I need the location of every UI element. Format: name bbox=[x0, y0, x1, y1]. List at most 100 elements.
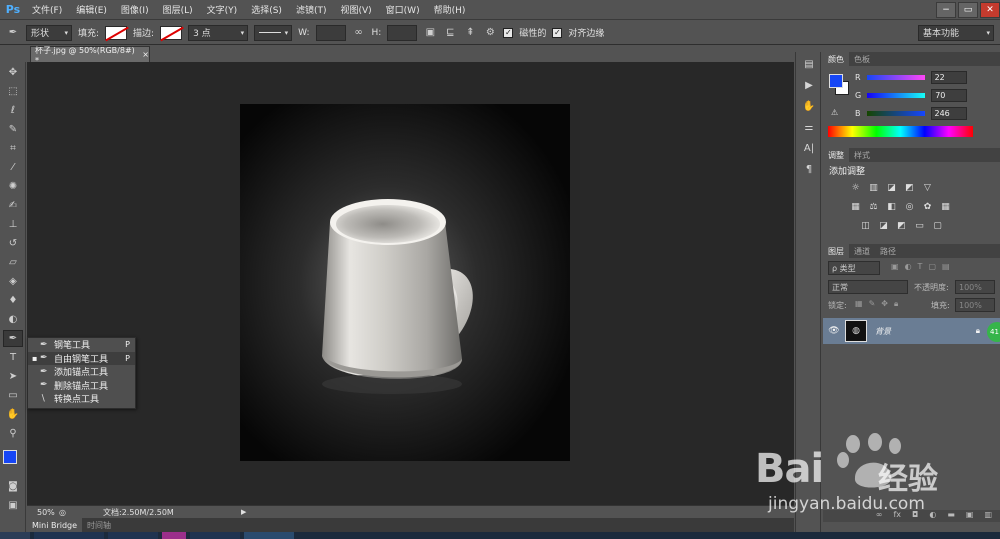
healing-icon[interactable]: ✺ bbox=[3, 178, 23, 195]
pixel-filter-icon[interactable]: ▣ bbox=[891, 262, 899, 271]
tab-paths[interactable]: 路径 bbox=[875, 244, 901, 258]
taskbar-item[interactable] bbox=[244, 532, 294, 539]
menu-view[interactable]: 视图(V) bbox=[334, 3, 379, 16]
move-icon[interactable]: ✥ bbox=[3, 64, 23, 81]
rectangle-icon[interactable]: ▭ bbox=[3, 387, 23, 404]
menu-edit[interactable]: 编辑(E) bbox=[70, 3, 115, 16]
fill-field[interactable]: 100% bbox=[955, 298, 995, 312]
path-select-icon[interactable]: ➤ bbox=[3, 368, 23, 385]
foreground-color-swatch[interactable] bbox=[3, 450, 17, 464]
lasso-icon[interactable]: ℓ bbox=[3, 102, 23, 119]
pen-icon[interactable]: ✒ bbox=[3, 330, 23, 347]
blue-value[interactable]: 246 bbox=[930, 106, 967, 120]
color-balance-icon[interactable]: ⚖ bbox=[867, 201, 880, 213]
green-value[interactable]: 70 bbox=[931, 88, 968, 102]
path-alignment-icon[interactable]: ⊑ bbox=[443, 26, 457, 40]
hand-icon[interactable]: ✋ bbox=[3, 406, 23, 423]
green-slider[interactable] bbox=[867, 92, 926, 98]
layer-row-background[interactable]: 👁︎ ◍ 背景 🔒︎ bbox=[823, 318, 1000, 344]
zoom-level[interactable]: 50% bbox=[27, 508, 59, 517]
invert-icon[interactable]: ◫ bbox=[859, 220, 872, 232]
document-tab[interactable]: 杯子.jpg @ 50%(RGB/8#) * × bbox=[30, 46, 150, 65]
minimize-button[interactable]: − bbox=[936, 2, 956, 18]
image-canvas[interactable] bbox=[240, 104, 570, 461]
vibrance-icon[interactable]: ▽ bbox=[921, 182, 934, 194]
eraser-icon[interactable]: ▱ bbox=[3, 254, 23, 271]
menu-window[interactable]: 窗口(W) bbox=[380, 3, 428, 16]
color-fg-swatch[interactable] bbox=[829, 74, 843, 88]
gradient-map-icon[interactable]: ▭ bbox=[913, 220, 926, 232]
red-slider[interactable] bbox=[866, 74, 925, 80]
menu-file[interactable]: 文件(F) bbox=[26, 3, 70, 16]
exposure-icon[interactable]: ◩ bbox=[903, 182, 916, 194]
width-field[interactable] bbox=[315, 24, 346, 41]
brush-icon[interactable]: ✍ bbox=[3, 197, 23, 214]
maximize-button[interactable]: ▭ bbox=[958, 2, 978, 18]
curves-icon[interactable]: ◪ bbox=[885, 182, 898, 194]
path-operations-icon[interactable]: ▣ bbox=[423, 26, 437, 40]
gear-icon[interactable]: ⚙ bbox=[483, 26, 497, 40]
taskbar-item[interactable] bbox=[190, 532, 240, 539]
screen-mode-icon[interactable]: ▣ bbox=[3, 497, 23, 514]
menu-layer[interactable]: 图层(L) bbox=[157, 3, 201, 16]
channel-mixer-icon[interactable]: ✿ bbox=[921, 201, 934, 213]
flyout-item-freeform-pen[interactable]: ▪ ✒ 自由钢笔工具 P bbox=[28, 351, 135, 365]
selective-color-icon[interactable]: ▢ bbox=[931, 220, 944, 232]
stroke-swatch[interactable] bbox=[160, 25, 183, 40]
bucket-icon[interactable]: ◈ bbox=[3, 273, 23, 290]
link-icon[interactable]: ∞ bbox=[352, 26, 366, 40]
align-edges-checkbox[interactable]: ✓ bbox=[552, 27, 563, 38]
height-field[interactable] bbox=[387, 24, 418, 41]
stroke-type-select[interactable]: ▾ bbox=[254, 24, 293, 41]
smart-filter-icon[interactable]: ▤ bbox=[942, 262, 950, 271]
path-arrangement-icon[interactable]: ⇞ bbox=[463, 26, 477, 40]
pen-tool-preset-icon[interactable]: ✒ bbox=[6, 26, 20, 40]
stroke-size-field[interactable]: 3 点 ▾ bbox=[188, 24, 249, 41]
history-panel-icon[interactable]: ▤ bbox=[799, 55, 819, 73]
brush-presets-icon[interactable]: ⚌ bbox=[799, 118, 819, 136]
history-brush-icon[interactable]: ↺ bbox=[3, 235, 23, 252]
quick-select-icon[interactable]: ✎ bbox=[3, 121, 23, 138]
workspace-select[interactable]: 基本功能 ▾ bbox=[918, 24, 994, 41]
eyedropper-icon[interactable]: ⁄ bbox=[3, 159, 23, 176]
opacity-field[interactable]: 100% bbox=[955, 280, 995, 294]
blend-mode-select[interactable]: 正常 bbox=[828, 280, 908, 294]
taskbar-start[interactable] bbox=[0, 532, 30, 539]
flyout-item-delete-anchor[interactable]: ✒ 删除锚点工具 bbox=[28, 379, 135, 393]
shape-filter-icon[interactable]: ▢ bbox=[928, 262, 936, 271]
close-button[interactable]: ✕ bbox=[980, 2, 1000, 18]
zoom-icon[interactable]: ⚲ bbox=[3, 425, 23, 442]
taskbar-item[interactable] bbox=[108, 532, 158, 539]
tab-channels[interactable]: 通道 bbox=[849, 244, 875, 258]
stamp-icon[interactable]: ⊥ bbox=[3, 216, 23, 233]
marquee-icon[interactable]: ⬚ bbox=[3, 83, 23, 100]
posterize-icon[interactable]: ◪ bbox=[877, 220, 890, 232]
red-value[interactable]: 22 bbox=[930, 70, 967, 84]
menu-select[interactable]: 选择(S) bbox=[245, 3, 290, 16]
tab-layers[interactable]: 图层 bbox=[823, 244, 849, 258]
crop-icon[interactable]: ⌗ bbox=[3, 140, 23, 157]
blue-slider[interactable] bbox=[866, 110, 925, 116]
levels-icon[interactable]: ▥ bbox=[867, 182, 880, 194]
status-info-icon[interactable]: ◎ bbox=[59, 508, 73, 517]
menu-help[interactable]: 帮助(H) bbox=[428, 3, 474, 16]
close-icon[interactable]: × bbox=[142, 50, 149, 59]
floating-badge[interactable]: 41 bbox=[987, 322, 1000, 342]
color-lookup-icon[interactable]: ▦ bbox=[939, 201, 952, 213]
menu-type[interactable]: 文字(Y) bbox=[201, 3, 246, 16]
status-menu-arrow-icon[interactable]: ▶ bbox=[241, 508, 246, 516]
brush-panel-icon[interactable]: ✋ bbox=[799, 97, 819, 115]
lock-transparent-icon[interactable]: ▦ bbox=[855, 299, 863, 309]
brightness-icon[interactable]: ☼ bbox=[849, 182, 862, 194]
gamut-warning-icon[interactable]: ⚠ bbox=[831, 108, 838, 117]
paragraph-panel-icon[interactable]: ¶ bbox=[799, 160, 819, 178]
tab-adjustments[interactable]: 调整 bbox=[823, 148, 849, 162]
blur-icon[interactable]: ♦ bbox=[3, 292, 23, 309]
actions-panel-icon[interactable]: ▶ bbox=[799, 76, 819, 94]
lock-all-icon[interactable]: 🔒︎ bbox=[894, 299, 898, 309]
dodge-icon[interactable]: ◐ bbox=[3, 311, 23, 328]
black-white-icon[interactable]: ◧ bbox=[885, 201, 898, 213]
adjustment-filter-icon[interactable]: ◐ bbox=[905, 262, 912, 271]
type-icon[interactable]: T bbox=[3, 349, 23, 366]
tab-styles[interactable]: 样式 bbox=[849, 148, 875, 162]
